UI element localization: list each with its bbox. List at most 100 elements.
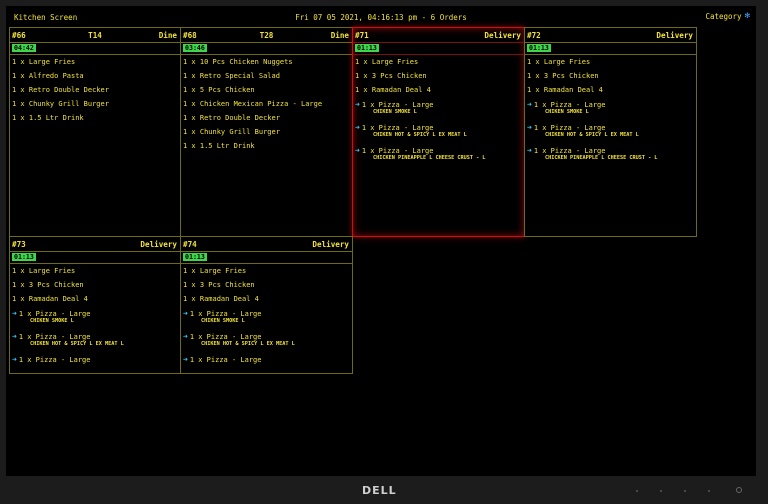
gear-icon: ✻ [744, 11, 750, 21]
order-item-text: 1 x Chunky Grill Burger [12, 100, 109, 108]
order-item[interactable]: ➜ 1 x Pizza - Large [12, 355, 180, 369]
timer-row: 01:13 [10, 252, 180, 264]
order-items: 1 x Large Fries 1 x 3 Pcs Chicken 1 x Rama… [181, 264, 352, 369]
order-item[interactable]: 1 x Ramadan Deal 4 [183, 295, 352, 309]
arrow-right-icon: ➜ [183, 309, 188, 318]
order-item-text: 1 x Pizza - Large [361, 101, 434, 109]
order-card[interactable]: #72 Delivery 01:13 1 x Large Fries 1 x 3 Pcs… [524, 27, 697, 237]
order-item[interactable]: ➜ 1 x Pizza - Large [183, 355, 352, 369]
bezel-button-dot[interactable] [684, 490, 686, 492]
order-item-text: 1 x 3 Pcs Chicken [527, 72, 599, 80]
item-modifier: CHIKEN HOT & SPICY L EX MEAT L [373, 132, 467, 138]
arrow-right-icon: ➜ [527, 123, 532, 132]
order-item[interactable]: 1 x Ramadan Deal 4 [527, 86, 696, 100]
order-item[interactable]: ➜ 1 x Pizza - Large [12, 332, 180, 341]
order-item[interactable]: ➜ 1 x Pizza - Large [527, 123, 696, 132]
order-number: #73 [12, 240, 26, 249]
item-modifier: CHICKEN PINEAPPLE L CHEESE CRUST - L [373, 155, 486, 161]
order-item[interactable]: 1 x Large Fries [12, 267, 180, 281]
order-timer: 01:13 [183, 253, 207, 261]
order-grid: #66 T14 Dine 04:42 1 x Large Fries 1 x Alfred… [9, 27, 699, 377]
order-item[interactable]: ➜ 1 x Pizza - Large [355, 123, 524, 132]
order-table: T14 [88, 31, 102, 40]
order-item[interactable]: ➜ 1 x Pizza - Large [355, 100, 524, 109]
order-item[interactable]: 1 x Retro Double Decker [12, 86, 180, 100]
order-item[interactable]: 1 x Chunky Grill Burger [183, 128, 352, 142]
order-card[interactable]: #74 Delivery 01:13 1 x Large Fries 1 x 3 Pcs… [180, 236, 353, 374]
order-item[interactable]: 1 x 1.5 Ltr Drink [12, 114, 180, 128]
order-item-text: 1 x 1.5 Ltr Drink [12, 114, 84, 122]
power-button[interactable] [736, 487, 742, 493]
order-item-text: 1 x Pizza - Large [533, 124, 606, 132]
kitchen-screen: Kitchen Screen Fri 07 05 2021, 04:16:13 … [6, 6, 756, 476]
order-item-text: 1 x Pizza - Large [533, 147, 606, 155]
order-item-text: 1 x Retro Special Salad [183, 72, 280, 80]
order-items: 1 x Large Fries 1 x Alfredo Pasta 1 x Retr… [10, 55, 180, 128]
order-item[interactable]: 1 x Retro Double Decker [183, 114, 352, 128]
order-timer: 03:46 [183, 44, 207, 52]
order-item[interactable]: 1 x 3 Pcs Chicken [183, 281, 352, 295]
order-timer: 01:13 [355, 44, 379, 52]
order-item-text: 1 x Pizza - Large [189, 333, 262, 341]
item-modifier: CHIKEN SMOKE L [545, 109, 589, 115]
arrow-right-icon: ➜ [12, 332, 17, 341]
order-item[interactable]: 1 x 3 Pcs Chicken [527, 72, 696, 86]
item-modifier: CHIKEN HOT & SPICY L EX MEAT L [545, 132, 639, 138]
order-item-text: 1 x Pizza - Large [189, 356, 262, 364]
order-item-text: 1 x Pizza - Large [361, 124, 434, 132]
order-item-text: 1 x Ramadan Deal 4 [355, 86, 431, 94]
arrow-right-icon: ➜ [355, 100, 360, 109]
order-item[interactable]: 1 x Large Fries [12, 58, 180, 72]
order-item[interactable]: 1 x Retro Special Salad [183, 72, 352, 86]
order-item[interactable]: 1 x Large Fries [183, 267, 352, 281]
order-header: #68 T28 Dine [181, 28, 352, 43]
order-item-text: 1 x Retro Double Decker [183, 114, 280, 122]
bezel-button-dot[interactable] [636, 490, 638, 492]
order-items: 1 x Large Fries 1 x 3 Pcs Chicken 1 x Rama… [353, 55, 524, 169]
order-item-text: 1 x Ramadan Deal 4 [527, 86, 603, 94]
dell-logo: DELL [362, 484, 397, 497]
order-item[interactable]: 1 x 3 Pcs Chicken [355, 72, 524, 86]
item-modifier: CHIKEN HOT & SPICY L EX MEAT L [30, 341, 124, 347]
timer-row: 03:46 [181, 43, 352, 55]
order-item[interactable]: ➜ 1 x Pizza - Large [527, 146, 696, 155]
order-item[interactable]: 1 x Alfredo Pasta [12, 72, 180, 86]
order-item[interactable]: 1 x Ramadan Deal 4 [12, 295, 180, 309]
arrow-right-icon: ➜ [183, 332, 188, 341]
order-item[interactable]: ➜ 1 x Pizza - Large [183, 309, 352, 318]
order-item-text: 1 x Pizza - Large [533, 101, 606, 109]
order-item-text: 1 x Large Fries [12, 58, 76, 66]
order-card[interactable]: #73 Delivery 01:13 1 x Large Fries 1 x 3 Pcs… [9, 236, 181, 374]
order-item[interactable]: 1 x 5 Pcs Chicken [183, 86, 352, 100]
order-item-text: 1 x Ramadan Deal 4 [183, 295, 259, 303]
order-item[interactable]: 1 x Chunky Grill Burger [12, 100, 180, 114]
order-card[interactable]: #68 T28 Dine 03:46 1 x 10 Pcs Chicken Nugget… [180, 27, 353, 237]
order-item-text: 1 x Pizza - Large [18, 333, 91, 341]
order-item[interactable]: 1 x Chicken Mexican Pizza - Large [183, 100, 352, 114]
order-item[interactable]: ➜ 1 x Pizza - Large [12, 309, 180, 318]
order-timer: 01:13 [12, 253, 36, 261]
bezel-button-dot[interactable] [660, 490, 662, 492]
order-item[interactable]: ➜ 1 x Pizza - Large [355, 146, 524, 155]
order-item[interactable]: ➜ 1 x Pizza - Large [183, 332, 352, 341]
order-item[interactable]: 1 x Ramadan Deal 4 [355, 86, 524, 100]
order-number: #71 [355, 31, 369, 40]
order-card[interactable]: #66 T14 Dine 04:42 1 x Large Fries 1 x Alfred… [9, 27, 181, 237]
arrow-right-icon: ➜ [527, 146, 532, 155]
top-bar: Kitchen Screen Fri 07 05 2021, 04:16:13 … [6, 6, 756, 26]
category-button[interactable]: Category ✻ [705, 11, 750, 22]
bezel-button-dot[interactable] [708, 490, 710, 492]
order-header: #72 Delivery [525, 28, 696, 43]
order-item-text: 1 x Retro Double Decker [12, 86, 109, 94]
arrow-right-icon: ➜ [355, 146, 360, 155]
order-item[interactable]: 1 x Large Fries [355, 58, 524, 72]
order-item[interactable]: 1 x 3 Pcs Chicken [12, 281, 180, 295]
order-item[interactable]: 1 x 10 Pcs Chicken Nuggets [183, 58, 352, 72]
order-item[interactable]: 1 x Large Fries [527, 58, 696, 72]
order-item[interactable]: ➜ 1 x Pizza - Large [527, 100, 696, 109]
timer-row: 01:13 [181, 252, 352, 264]
order-number: #72 [527, 31, 541, 40]
order-item-text: 1 x Pizza - Large [189, 310, 262, 318]
order-item[interactable]: 1 x 1.5 Ltr Drink [183, 142, 352, 156]
order-card[interactable]: #71 Delivery 01:13 1 x Large Fries 1 x 3 Pcs… [352, 27, 525, 237]
